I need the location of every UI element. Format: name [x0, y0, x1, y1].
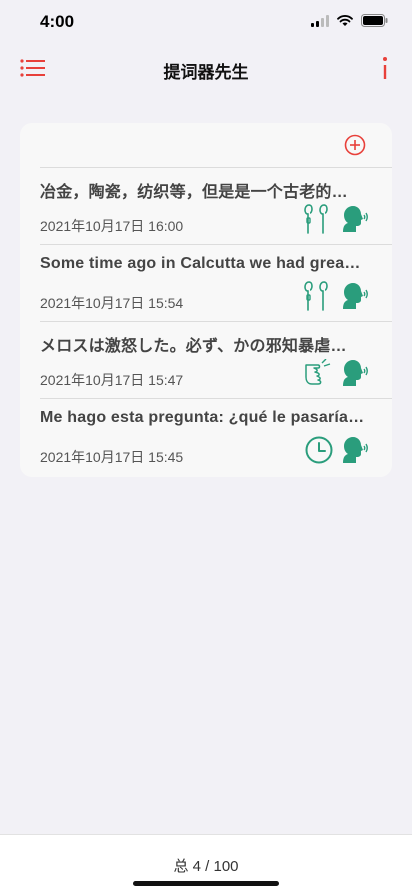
hand-pointer-icon — [305, 359, 331, 385]
script-date: 2021年10月17日 16:00 — [40, 218, 184, 234]
status-time: 4:00 — [40, 12, 75, 31]
script-title: Me hago esta pregunta: ¿qué le pasaría… — [40, 409, 365, 426]
clock-icon — [305, 436, 333, 464]
item-count: 总 4 / 100 — [173, 858, 239, 875]
navigation-bar: 提词器先生 — [0, 46, 412, 90]
home-indicator[interactable] — [133, 881, 279, 886]
script-list-item[interactable]: Some time ago in Calcutta we had grea… 2… — [40, 245, 380, 322]
script-date: 2021年10月17日 15:45 — [40, 449, 184, 465]
status-bar: 4:00 — [0, 0, 412, 46]
speaking-head-icon — [343, 437, 368, 463]
script-list-item[interactable]: Me hago esta pregunta: ¿qué le pasaría… … — [40, 399, 380, 476]
speaking-head-icon — [343, 283, 368, 309]
status-icons — [311, 14, 388, 27]
wifi-icon — [337, 14, 353, 26]
bottom-bar: 总 4 / 100 — [0, 834, 412, 894]
script-list-item[interactable]: 冶金，陶瓷，纺织等，但是是一个古老的… 2021年10月17日 16:00 — [40, 168, 380, 245]
earphones-icon — [304, 204, 328, 234]
script-list-card: 冶金，陶瓷，纺织等，但是是一个古老的… 2021年10月17日 16:00 So… — [20, 123, 392, 477]
script-title: メロスは激怒した。必ず、かの邪知暴虐… — [40, 338, 347, 355]
script-date: 2021年10月17日 15:54 — [40, 295, 184, 311]
row-icons — [304, 280, 370, 312]
battery-icon — [361, 14, 388, 27]
plus-circle-icon[interactable] — [344, 134, 366, 156]
script-title: 冶金，陶瓷，纺织等，但是是一个古老的… — [40, 184, 348, 201]
script-date: 2021年10月17日 15:47 — [40, 372, 184, 388]
signal-icon — [311, 14, 329, 27]
speaking-head-icon — [343, 360, 368, 386]
info-icon[interactable] — [378, 54, 392, 82]
page-title: 提词器先生 — [163, 63, 249, 82]
script-title: Some time ago in Calcutta we had grea… — [40, 255, 361, 272]
earphones-icon — [304, 281, 328, 311]
row-icons — [304, 434, 370, 466]
row-icons — [304, 203, 370, 235]
speaking-head-icon — [343, 206, 368, 232]
row-icons — [304, 357, 370, 389]
script-list-item[interactable]: メロスは激怒した。必ず、かの邪知暴虐… 2021年10月17日 15:47 — [40, 322, 380, 399]
